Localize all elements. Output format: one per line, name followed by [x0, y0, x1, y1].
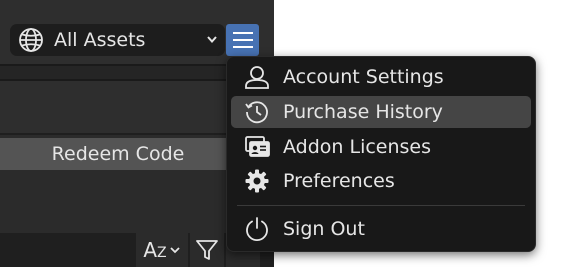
chevron-down-icon	[205, 32, 219, 46]
menu-item-label: Addon Licenses	[283, 136, 432, 158]
sort-az-icon: AZ	[143, 240, 166, 260]
menu-divider	[237, 205, 525, 206]
hamburger-menu-button[interactable]	[226, 24, 259, 56]
filter-button[interactable]	[190, 233, 224, 267]
filter-icon	[195, 238, 219, 262]
sort-button[interactable]: AZ	[136, 233, 188, 267]
license-card-icon	[243, 133, 271, 161]
menu-item-sign-out[interactable]: Sign Out	[231, 213, 531, 245]
redeem-code-button[interactable]: Redeem Code	[0, 138, 236, 170]
menu-item-label: Preferences	[283, 170, 395, 192]
menu-item-label: Sign Out	[283, 218, 365, 240]
menu-item-preferences[interactable]: Preferences	[231, 165, 531, 197]
menu-item-account-settings[interactable]: Account Settings	[231, 61, 531, 93]
account-popup-menu: Account Settings Purchase History Addon …	[226, 56, 536, 252]
asset-filter-label: All Assets	[54, 29, 146, 51]
history-icon	[243, 98, 271, 126]
chevron-down-icon	[169, 244, 181, 256]
asset-filter-dropdown[interactable]: All Assets	[10, 24, 225, 56]
menu-item-label: Purchase History	[283, 101, 443, 123]
redeem-code-label: Redeem Code	[51, 143, 185, 165]
hamburger-menu-icon	[232, 30, 254, 50]
menu-item-purchase-history[interactable]: Purchase History	[231, 96, 531, 128]
globe-icon	[18, 27, 44, 53]
gear-icon	[243, 167, 271, 195]
user-icon	[243, 63, 271, 91]
menu-item-label: Account Settings	[283, 66, 444, 88]
sort-label-a: A	[143, 238, 158, 262]
menu-item-addon-licenses[interactable]: Addon Licenses	[231, 131, 531, 163]
power-icon	[243, 215, 271, 243]
app-root: All Assets Redeem Code AZ Account Settin…	[0, 0, 561, 267]
sort-label-z: Z	[157, 245, 167, 261]
